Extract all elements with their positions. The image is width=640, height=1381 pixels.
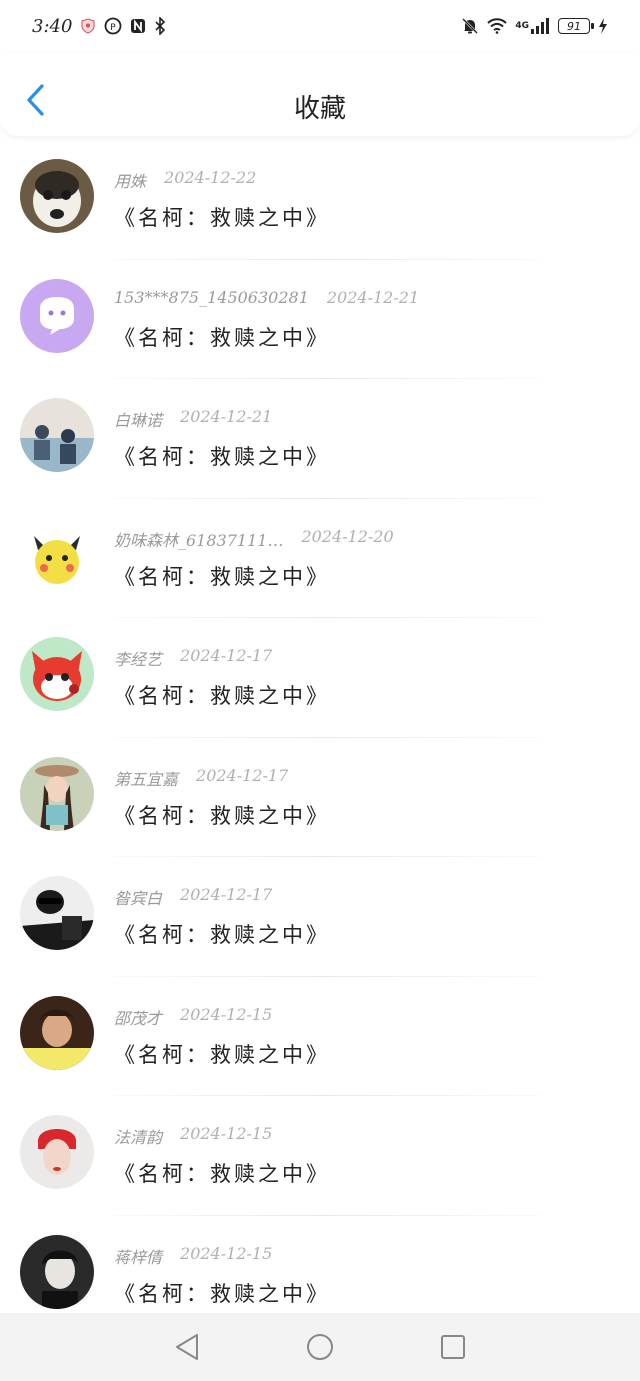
avatar <box>20 1234 94 1309</box>
book-title[interactable]: 《名柯：救赎之中》 <box>114 1158 330 1188</box>
username: 蒋梓倩 <box>114 1247 163 1267</box>
item-meta: 153***875_1450630281 2024-12-21 <box>114 288 419 307</box>
list-item[interactable]: 153***875_1450630281 2024-12-21 《名柯：救赎之中… <box>0 260 640 379</box>
avatar <box>20 159 94 233</box>
username: 邵茂才 <box>114 1008 163 1028</box>
item-meta: 用姝 2024-12-22 <box>114 168 256 192</box>
date: 2024-12-20 <box>301 526 394 546</box>
avatar <box>20 517 94 592</box>
item-meta: 昝宾白 2024-12-17 <box>114 885 272 909</box>
triangle-back-icon <box>175 1334 198 1360</box>
wifi-icon <box>487 18 508 34</box>
date: 2024-12-17 <box>180 646 273 665</box>
battery-level: 91 <box>567 19 581 33</box>
list-item[interactable]: 昝宾白 2024-12-17 《名柯：救赎之中》 <box>0 857 640 977</box>
book-title[interactable]: 《名柯：救赎之中》 <box>114 322 330 352</box>
status-time: 3:40 <box>32 15 73 37</box>
battery-indicator: 91 <box>558 18 594 34</box>
item-meta: 法清韵 2024-12-15 <box>114 1124 272 1148</box>
network-type: 4G <box>515 21 529 31</box>
square-recents-icon <box>441 1335 466 1359</box>
username: 奶味森林_61837111… <box>114 530 284 550</box>
date: 2024-12-22 <box>164 168 257 187</box>
avatar <box>20 876 94 950</box>
system-nav-bar <box>0 1313 640 1381</box>
date: 2024-12-15 <box>180 1004 273 1024</box>
date: 2024-12-15 <box>180 1243 273 1263</box>
username: 李经艺 <box>114 650 163 669</box>
book-title[interactable]: 《名柯：救赎之中》 <box>114 1278 330 1308</box>
book-title[interactable]: 《名柯：救赎之中》 <box>114 919 330 949</box>
svg-text:P: P <box>111 23 117 33</box>
shield-icon <box>80 18 96 34</box>
status-right: 4G 91 <box>461 17 608 35</box>
bluetooth-icon <box>154 17 166 35</box>
charging-icon <box>598 18 608 34</box>
list-item[interactable]: 邵茂才 2024-12-15 《名柯：救赎之中》 <box>0 977 640 1096</box>
date: 2024-12-21 <box>326 287 420 307</box>
item-meta: 李经艺 2024-12-17 <box>114 646 272 670</box>
list-item[interactable]: 李经艺 2024-12-17 《名柯：救赎之中》 <box>0 618 640 738</box>
list-item[interactable]: 用姝 2024-12-22 《名柯：救赎之中》 <box>0 140 640 260</box>
nfc-icon <box>130 18 146 34</box>
avatar <box>20 995 94 1070</box>
status-left: 3:40 P <box>32 16 166 37</box>
username: 第五宜嘉 <box>114 769 179 789</box>
signal-icon: 4G <box>515 18 550 34</box>
status-bar: 3:40 P 4G 91 <box>0 0 640 52</box>
username: 白琳诺 <box>114 411 163 430</box>
date: 2024-12-21 <box>180 407 273 426</box>
list-item[interactable]: 法清韵 2024-12-15 《名柯：救赎之中》 <box>0 1096 640 1216</box>
book-title[interactable]: 《名柯：救赎之中》 <box>114 561 330 591</box>
username: 昝宾白 <box>114 889 163 908</box>
item-meta: 白琳诺 2024-12-21 <box>114 407 272 431</box>
page-title: 收藏 <box>293 94 346 124</box>
date: 2024-12-15 <box>180 1124 273 1143</box>
nav-recents-button[interactable] <box>433 1327 473 1367</box>
avatar <box>20 398 94 472</box>
item-meta: 奶味森林_61837111… 2024-12-20 <box>114 527 394 551</box>
username: 法清韵 <box>114 1128 163 1147</box>
favorites-list: 用姝 2024-12-22 《名柯：救赎之中》 153***875_145063… <box>0 140 640 1335</box>
header: 收藏 <box>0 52 640 136</box>
book-title[interactable]: 《名柯：救赎之中》 <box>114 680 330 710</box>
book-title[interactable]: 《名柯：救赎之中》 <box>114 800 330 830</box>
nav-home-button[interactable] <box>300 1327 340 1367</box>
book-title[interactable]: 《名柯：救赎之中》 <box>114 202 330 232</box>
list-item[interactable]: 第五宜嘉 2024-12-17 《名柯：救赎之中》 <box>0 738 640 857</box>
item-meta: 蒋梓倩 2024-12-15 <box>114 1244 272 1268</box>
list-item[interactable]: 白琳诺 2024-12-21 《名柯：救赎之中》 <box>0 379 640 499</box>
avatar <box>20 637 94 711</box>
username: 153***875_1450630281 <box>114 287 309 307</box>
date: 2024-12-17 <box>180 885 273 904</box>
circle-home-icon <box>306 1334 333 1360</box>
book-title[interactable]: 《名柯：救赎之中》 <box>114 1039 330 1069</box>
list-item[interactable]: 奶味森林_61837111… 2024-12-20 《名柯：救赎之中》 <box>0 499 640 618</box>
book-title[interactable]: 《名柯：救赎之中》 <box>114 441 330 471</box>
item-meta: 第五宜嘉 2024-12-17 <box>114 766 288 790</box>
username: 用姝 <box>114 172 147 191</box>
item-meta: 邵茂才 2024-12-15 <box>114 1005 272 1029</box>
mute-bell-icon <box>461 17 479 35</box>
date: 2024-12-17 <box>196 765 289 785</box>
avatar <box>20 1115 94 1189</box>
nav-back-button[interactable] <box>167 1327 207 1367</box>
avatar <box>20 756 94 831</box>
vpn-icon: P <box>104 17 122 35</box>
avatar <box>20 278 94 353</box>
